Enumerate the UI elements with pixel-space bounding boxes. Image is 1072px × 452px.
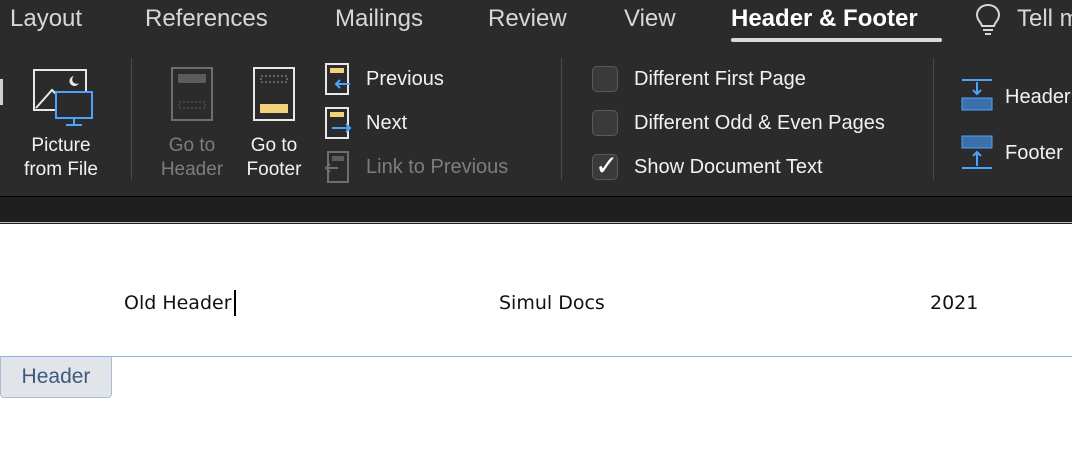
group-separator	[561, 58, 562, 180]
header-position-label: Header	[1005, 86, 1071, 108]
tab-mailings[interactable]: Mailings	[335, 4, 423, 34]
go-to-footer-label-1: Go to	[250, 135, 298, 156]
header-boundary-line	[0, 356, 1072, 357]
next-label: Next	[366, 112, 408, 134]
show-document-text-checkbox[interactable]: ✓	[592, 150, 619, 181]
picture-from-file-label-2: from File	[24, 159, 98, 180]
ribbon-tabs: Layout References Mailings Review View H…	[0, 0, 1072, 46]
go-to-footer-icon	[253, 67, 295, 121]
different-odd-even-pages-checkbox[interactable]	[592, 110, 618, 136]
picture-from-file-button[interactable]: Picture from File	[10, 60, 112, 184]
footer-position-label: Footer	[1005, 142, 1063, 164]
go-to-header-label-1: Go to	[168, 135, 216, 156]
active-tab-indicator	[731, 38, 942, 42]
go-to-header-icon	[171, 67, 213, 121]
go-to-header-label-2: Header	[160, 159, 224, 180]
tab-layout[interactable]: Layout	[10, 4, 82, 34]
ribbon-edge	[0, 222, 1072, 223]
previous-section-icon	[325, 63, 350, 95]
group-separator	[131, 58, 132, 180]
next-section-icon	[325, 107, 352, 139]
tab-review[interactable]: Review	[488, 4, 567, 34]
link-to-previous-icon	[324, 151, 349, 183]
picture-from-file-label-1: Picture	[31, 135, 91, 156]
go-to-header-button[interactable]: Go to Header	[152, 64, 232, 184]
checkmark-icon: ✓	[595, 150, 619, 181]
header-left-text[interactable]: Old Header	[124, 291, 232, 315]
go-to-footer-label-2: Footer	[246, 159, 302, 180]
header-section-tag: Header	[0, 357, 112, 398]
header-from-top-icon	[961, 79, 993, 111]
different-odd-even-pages-label: Different Odd & Even Pages	[634, 112, 885, 134]
different-first-page-checkbox[interactable]	[592, 66, 618, 92]
text-cursor	[234, 290, 236, 316]
previous-label: Previous	[366, 68, 444, 90]
ribbon-bottom-bar	[0, 196, 1072, 224]
group-separator	[933, 58, 934, 180]
show-document-text-label: Show Document Text	[634, 156, 823, 178]
tab-header-footer[interactable]: Header & Footer	[731, 4, 918, 34]
tell-me-label: Tell m	[1017, 5, 1072, 32]
header-right-text[interactable]: 2021	[930, 291, 978, 315]
tab-references[interactable]: References	[145, 4, 268, 34]
go-to-footer-button[interactable]: Go to Footer	[236, 64, 312, 184]
lightbulb-icon	[975, 3, 1001, 35]
clipped-control-edge	[0, 79, 3, 105]
tab-view[interactable]: View	[624, 4, 676, 34]
ribbon: Layout References Mailings Review View H…	[0, 0, 1072, 196]
header-center-text[interactable]: Simul Docs	[499, 291, 605, 315]
footer-from-bottom-icon	[961, 135, 993, 169]
different-first-page-label: Different First Page	[634, 68, 806, 90]
picture-icon	[33, 69, 93, 126]
link-to-previous-label: Link to Previous	[366, 156, 509, 178]
